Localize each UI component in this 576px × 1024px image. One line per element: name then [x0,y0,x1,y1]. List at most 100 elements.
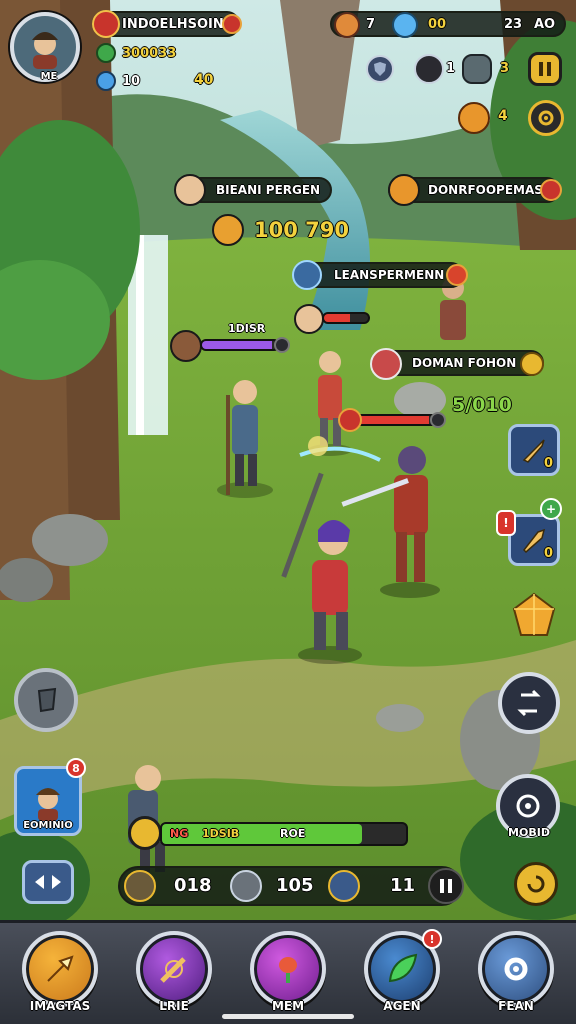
gold-amount: 300033 [122,45,177,61]
cloud-score: 5/010 [452,394,512,416]
player-name: INDOELHSOIN [122,16,224,32]
name-badge-icon [222,14,242,34]
unit-mid-icon [292,260,322,290]
nav-lrie[interactable]: LRIE [132,931,216,1021]
nav-mem[interactable]: MEM [246,931,330,1021]
hero-card-label: EOMINIO [23,820,73,831]
nav-fean[interactable]: FEAN [474,931,558,1021]
recall-icon [527,875,545,893]
unit-tag-right-label: DONRFOOPEMAS [428,183,543,197]
unit-cloud-arrow-icon [520,352,544,376]
enemy-hp-fill [352,416,430,424]
hero-card-badge-text: 8 [72,761,80,775]
mana-bar [200,339,280,351]
game-world[interactable] [0,0,576,920]
mana-bar-end-icon [274,337,290,353]
home-indicator[interactable] [222,1014,354,1019]
sword-count: 0 [543,456,553,471]
counter-c: 11 [390,875,416,896]
counter-b-icon [230,870,262,902]
unit-tag-cloud-label: DOMAN FOHON [412,356,517,370]
nav-agen-badge-text: ! [429,932,435,946]
pause-button[interactable] [528,52,562,86]
refresh-button[interactable] [498,672,560,734]
cube-value: 3 [500,61,510,76]
purple-unit-avatar [170,330,202,362]
left-score: 100 790 [254,218,349,242]
unit-hp-fill [324,314,351,322]
enemy-hp-end-icon [430,412,446,428]
mana-fill [202,341,272,349]
target-icon [516,794,540,818]
enemy-hp-bar [350,414,442,426]
swap-arrows-button[interactable] [22,860,74,904]
resource-value-b: AO [534,17,556,32]
leaf-icon [388,953,418,983]
shield-skill-icon [37,687,57,713]
shield-icon[interactable] [366,55,394,83]
nav-lrie-label: LRIE [159,999,189,1013]
refresh-icon [517,689,541,717]
hero-card-avatar-icon [36,788,60,821]
nav-agen[interactable]: AGEN ! [360,929,444,1021]
fox-icon [334,12,360,38]
level-row: 10 [96,70,140,92]
hero-card-badge: 8 [66,758,86,778]
shield-skill-button[interactable] [14,668,78,732]
swap-arrows-icon [35,875,61,889]
camera-label: MOBID [508,826,550,839]
unit-mid-badge-icon [446,264,468,286]
gear-icon [538,110,554,126]
status-bar: NG 1DSIB ROE [160,822,408,846]
counter-c-icon [328,870,360,902]
nav-fean-orb [478,931,554,1007]
status-emblem-icon [128,816,162,850]
recall-button[interactable] [514,862,558,906]
cat-value: 4 [498,108,508,124]
counter-a: 018 [174,875,212,896]
counter-b: 105 [276,875,314,896]
counter-a-icon [124,870,156,902]
cat-icon[interactable] [458,102,490,134]
world-background [0,0,576,920]
status-title-right: ROE [280,827,306,840]
nav-imagtas[interactable]: IMAGTAS [18,931,102,1021]
blade-upgrade-text: + [545,502,557,516]
counter-pause-button[interactable] [428,868,464,904]
resource-value-a: 23 [504,17,523,32]
sword-orb-icon [160,957,186,983]
nav-imagtas-label: IMAGTAS [29,999,91,1013]
fox-count: 7 [366,17,376,32]
unit-right-avatar [388,174,420,206]
xp-hint: 40 [194,72,214,88]
crystal-button[interactable] [508,590,560,642]
unit-hp-avatar [294,304,324,334]
nav-lrie-orb [136,931,212,1007]
player-level: 10 [122,73,141,89]
status-bar-fill [162,824,363,844]
gold-coin-icon [96,43,116,63]
compass-icon[interactable] [414,54,444,84]
nav-fean-label: FEAN [498,999,534,1013]
unit-tag-left-label: BIEANI PERGEN [216,183,321,197]
player-avatar-icon [32,32,58,69]
enemy-hp-icon [338,408,362,432]
gear-button[interactable] [528,100,564,136]
crystal-icon [512,592,556,636]
arrow-icon [47,955,74,982]
bottom-nav: IMAGTAS LRIE MEM AGEN ! FEAN [0,920,576,1024]
gem-count: 00 [428,17,447,32]
blade-count: 0 [543,546,553,561]
sword-skill-button[interactable]: 0 [508,424,560,476]
unit-tag-mid-label: LEANSPERMENN [334,268,445,282]
shield-glyph [374,62,386,76]
player-portrait-label: ME [40,71,58,82]
flower-orb-icon [279,957,297,983]
gear-nav-icon [504,957,528,981]
nav-agen-label: AGEN [383,999,421,1013]
cube-icon[interactable] [462,54,492,84]
nav-agen-badge: ! [422,929,442,949]
player-portrait[interactable]: ME [10,12,80,82]
blue-gem-icon [392,12,418,38]
unit-cloud-icon [370,348,402,380]
